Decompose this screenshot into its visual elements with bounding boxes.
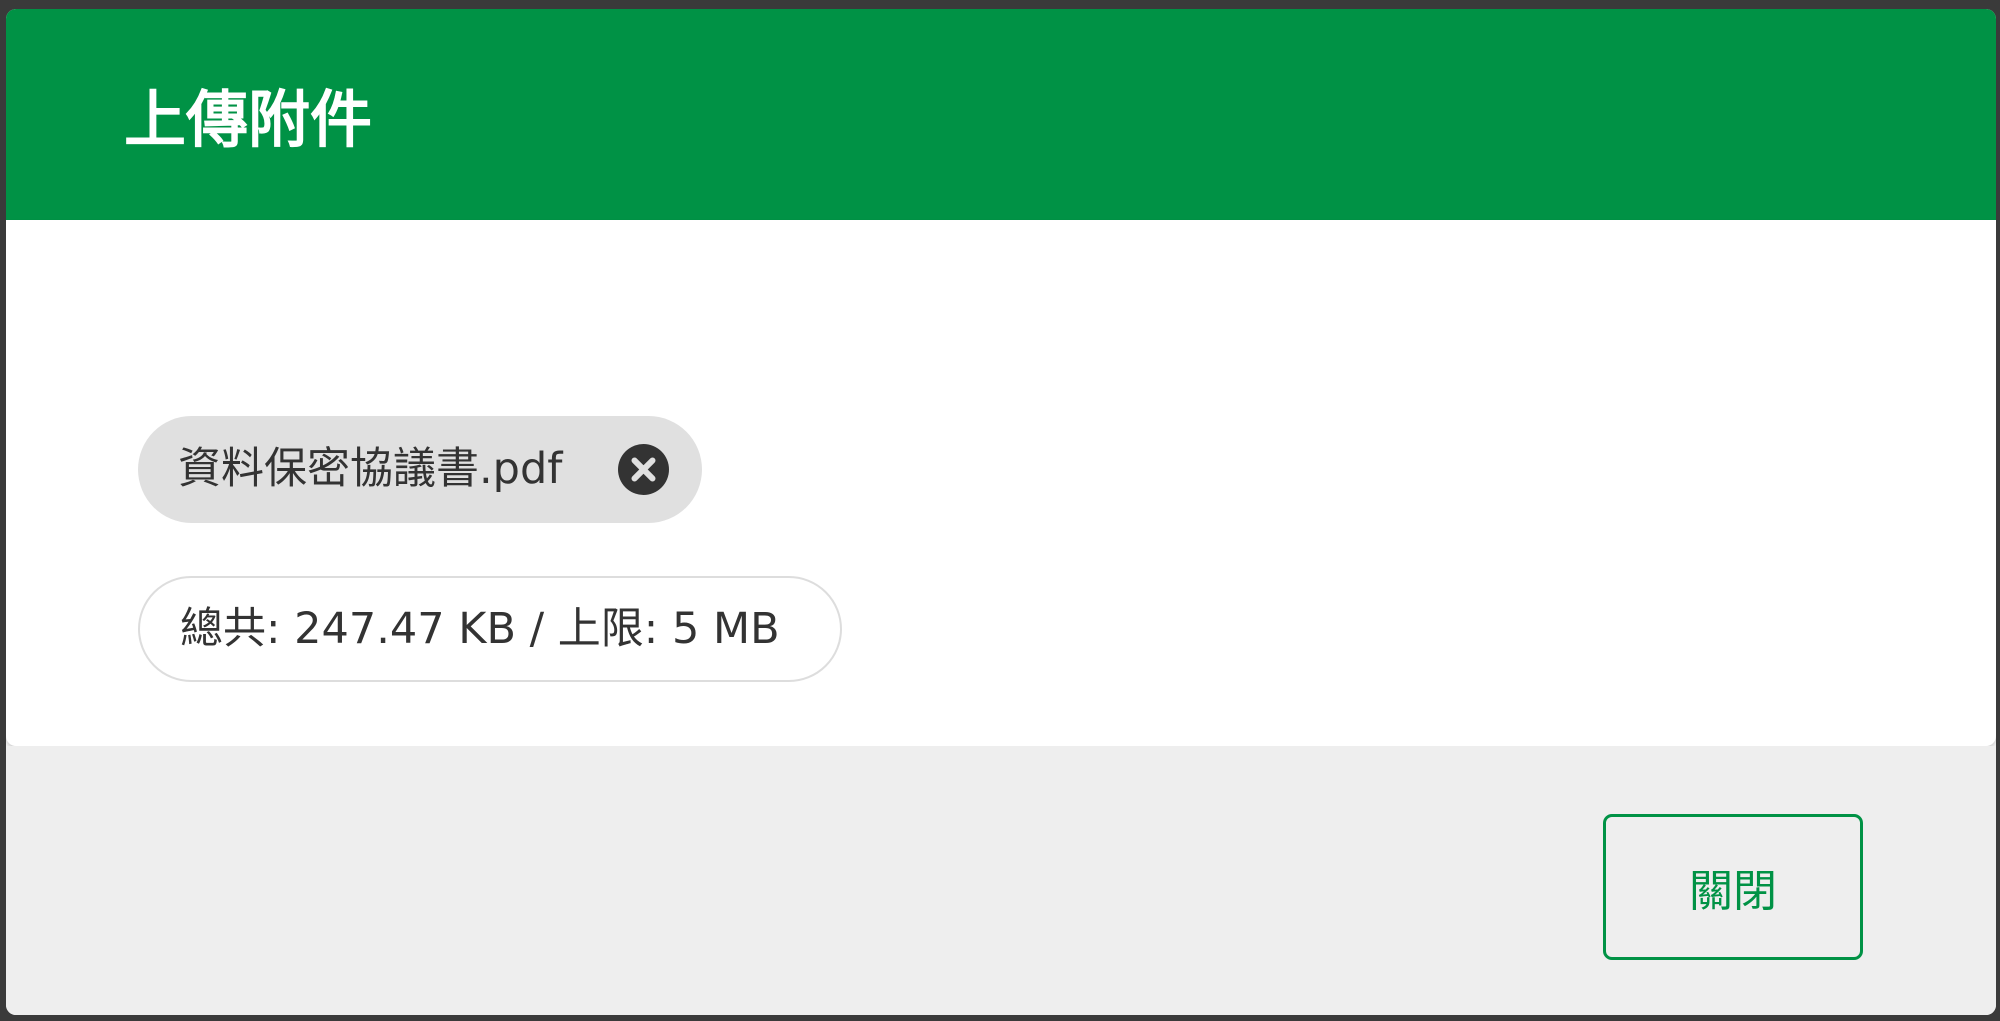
upload-attachment-dialog: 上傳附件 資料保密協議書.pdf 總共: 247.47 KB / 上限: 5 M… (6, 9, 1996, 1015)
dialog-title: 上傳附件 (124, 83, 373, 156)
dialog-footer: 關閉 (6, 746, 1996, 1015)
dialog-body: 資料保密協議書.pdf 總共: 247.47 KB / 上限: 5 MB (6, 220, 1996, 746)
close-button[interactable]: 關閉 (1603, 814, 1863, 960)
dialog-header: 上傳附件 (6, 9, 1996, 220)
attachment-chip: 資料保密協議書.pdf (138, 416, 702, 523)
size-summary-text: 總共: 247.47 KB / 上限: 5 MB (180, 604, 780, 654)
attachment-file-name: 資料保密協議書.pdf (178, 444, 563, 494)
remove-attachment-icon[interactable] (618, 444, 669, 495)
size-summary-badge: 總共: 247.47 KB / 上限: 5 MB (138, 576, 842, 682)
